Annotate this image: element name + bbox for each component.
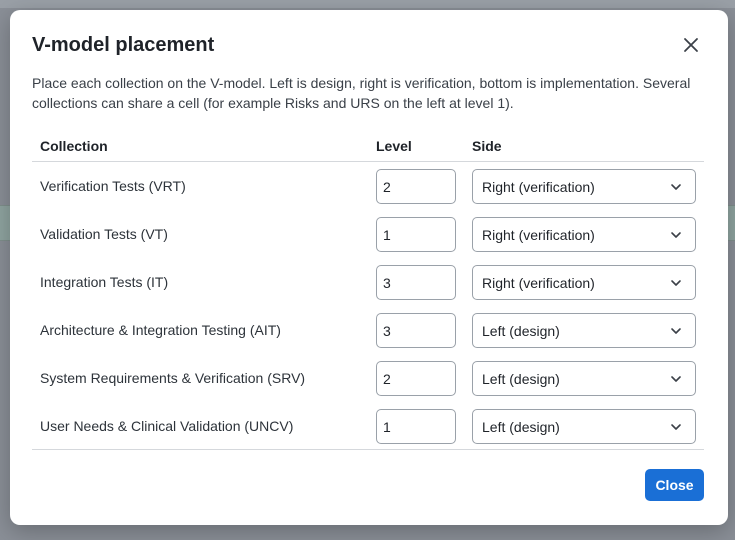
side-select-value: Right (verification) — [482, 275, 595, 291]
chevron-down-icon — [671, 280, 681, 286]
table-header: Collection Level Side — [32, 134, 704, 162]
placement-table: Collection Level Side Verification Tests… — [32, 134, 704, 450]
level-input[interactable] — [376, 313, 456, 348]
table-row: User Needs & Clinical Validation (UNCV) … — [32, 402, 704, 450]
level-input[interactable] — [376, 409, 456, 444]
side-select-value: Right (verification) — [482, 179, 595, 195]
table-row: Integration Tests (IT) Right (verificati… — [32, 258, 704, 306]
collection-name: Architecture & Integration Testing (AIT) — [40, 322, 281, 338]
level-input[interactable] — [376, 361, 456, 396]
table-row: Architecture & Integration Testing (AIT)… — [32, 306, 704, 354]
collection-name: Validation Tests (VT) — [40, 226, 168, 242]
side-select-value: Left (design) — [482, 323, 560, 339]
side-select[interactable]: Right (verification) — [472, 217, 696, 252]
chevron-down-icon — [671, 424, 681, 430]
dialog-description: Place each collection on the V-model. Le… — [32, 75, 691, 111]
header-level: Level — [376, 138, 412, 154]
level-input[interactable] — [376, 217, 456, 252]
header-side: Side — [472, 138, 502, 154]
side-select-value: Left (design) — [482, 371, 560, 387]
v-model-placement-dialog: V-model placement Place each collection … — [10, 10, 728, 525]
table-row: System Requirements & Verification (SRV)… — [32, 354, 704, 402]
table-row: Validation Tests (VT) Right (verificatio… — [32, 210, 704, 258]
header-collection: Collection — [40, 138, 108, 154]
chevron-down-icon — [671, 184, 681, 190]
side-select-value: Left (design) — [482, 419, 560, 435]
chevron-down-icon — [671, 328, 681, 334]
close-icon[interactable] — [678, 32, 704, 58]
collection-name: System Requirements & Verification (SRV) — [40, 370, 306, 386]
collection-name: User Needs & Clinical Validation (UNCV) — [40, 418, 294, 434]
side-select[interactable]: Left (design) — [472, 409, 696, 444]
table-row: Verification Tests (VRT) Right (verifica… — [32, 162, 704, 210]
side-select[interactable]: Left (design) — [472, 313, 696, 348]
chevron-down-icon — [671, 232, 681, 238]
side-select[interactable]: Right (verification) — [472, 265, 696, 300]
chevron-down-icon — [671, 376, 681, 382]
level-input[interactable] — [376, 265, 456, 300]
level-input[interactable] — [376, 169, 456, 204]
collection-name: Verification Tests (VRT) — [40, 178, 186, 194]
side-select-value: Right (verification) — [482, 227, 595, 243]
dialog-title: V-model placement — [32, 34, 215, 56]
collection-name: Integration Tests (IT) — [40, 274, 169, 290]
side-select[interactable]: Right (verification) — [472, 169, 696, 204]
background-app-header — [0, 0, 735, 8]
close-button[interactable]: Close — [645, 469, 704, 501]
side-select[interactable]: Left (design) — [472, 361, 696, 396]
